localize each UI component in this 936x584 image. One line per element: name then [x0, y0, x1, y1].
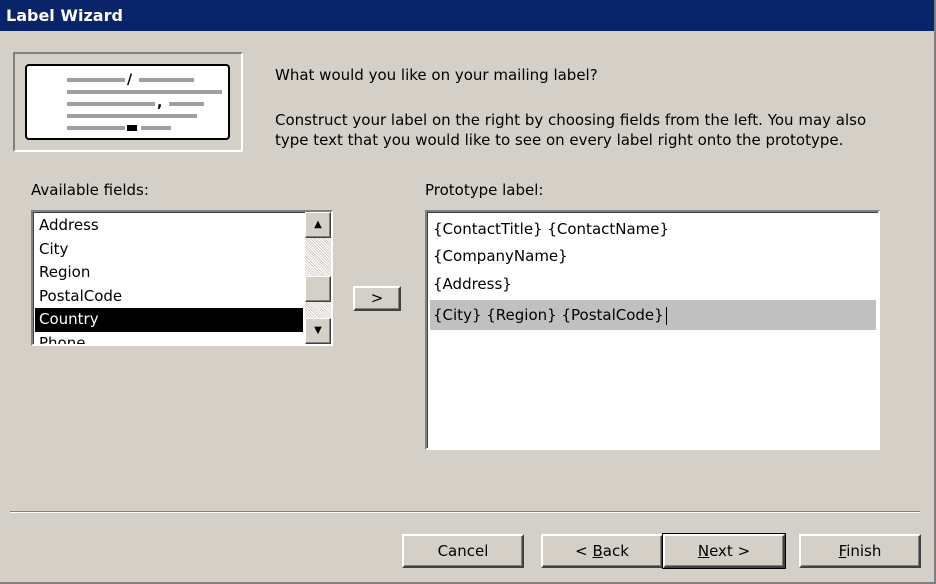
- add-field-button[interactable]: >: [353, 286, 401, 311]
- title-bar: Label Wizard: [0, 0, 934, 31]
- wizard-instructions-line-1: Construct your label on the right by cho…: [275, 111, 867, 129]
- available-fields-items: Address City Region PostalCode Country Phone: [35, 214, 303, 345]
- next-button-rest: ext >: [709, 542, 751, 560]
- label-wizard-window: Label Wizard / , What would you like on …: [0, 0, 936, 584]
- vertical-scrollbar[interactable]: ▲ ▼: [305, 212, 331, 344]
- prototype-line[interactable]: {CompanyName}: [433, 241, 568, 271]
- button-separator: [10, 511, 920, 513]
- prototype-line-text: {City} {Region} {PostalCode}: [433, 306, 664, 324]
- finish-button-rest: inish: [846, 542, 882, 560]
- wizard-question: What would you like on your mailing labe…: [275, 66, 598, 84]
- mailing-label-illustration-icon: / ,: [13, 52, 243, 152]
- field-list-item[interactable]: Phone: [35, 332, 303, 345]
- field-list-item[interactable]: Country: [35, 308, 303, 332]
- text-caret: [665, 306, 667, 325]
- field-list-item[interactable]: Region: [35, 261, 303, 285]
- prototype-line[interactable]: {Address}: [433, 269, 512, 299]
- next-button[interactable]: Next >: [662, 533, 786, 569]
- available-fields-label: Available fields:: [31, 181, 149, 199]
- cancel-button-label: Cancel: [437, 542, 489, 560]
- scroll-up-arrow-icon[interactable]: ▲: [305, 212, 331, 238]
- scroll-down-arrow-icon[interactable]: ▼: [305, 318, 331, 344]
- cancel-button[interactable]: Cancel: [402, 534, 524, 568]
- prototype-label-heading: Prototype label:: [425, 181, 544, 199]
- back-button-prefix: <: [575, 542, 593, 560]
- field-list-item[interactable]: Address: [35, 214, 303, 238]
- finish-button[interactable]: Finish: [799, 534, 921, 568]
- back-access-key: B: [592, 542, 603, 560]
- next-access-key: N: [697, 542, 710, 560]
- window-title: Label Wizard: [6, 6, 123, 25]
- wizard-instructions-line-2: type text that you would like to see on …: [275, 131, 844, 149]
- available-fields-listbox[interactable]: Address City Region PostalCode Country Phone …: [31, 210, 333, 346]
- field-list-item[interactable]: PostalCode: [35, 285, 303, 309]
- back-button[interactable]: < Back: [541, 534, 663, 568]
- field-list-item[interactable]: City: [35, 238, 303, 262]
- back-button-rest: ack: [602, 542, 629, 560]
- scroll-thumb[interactable]: [305, 276, 331, 302]
- prototype-label-editor[interactable]: {ContactTitle} {ContactName} {CompanyNam…: [425, 210, 880, 450]
- prototype-line[interactable]: {ContactTitle} {ContactName}: [433, 214, 669, 244]
- label-card-graphic: / ,: [25, 64, 230, 140]
- prototype-line-current[interactable]: {City} {Region} {PostalCode}: [430, 300, 876, 330]
